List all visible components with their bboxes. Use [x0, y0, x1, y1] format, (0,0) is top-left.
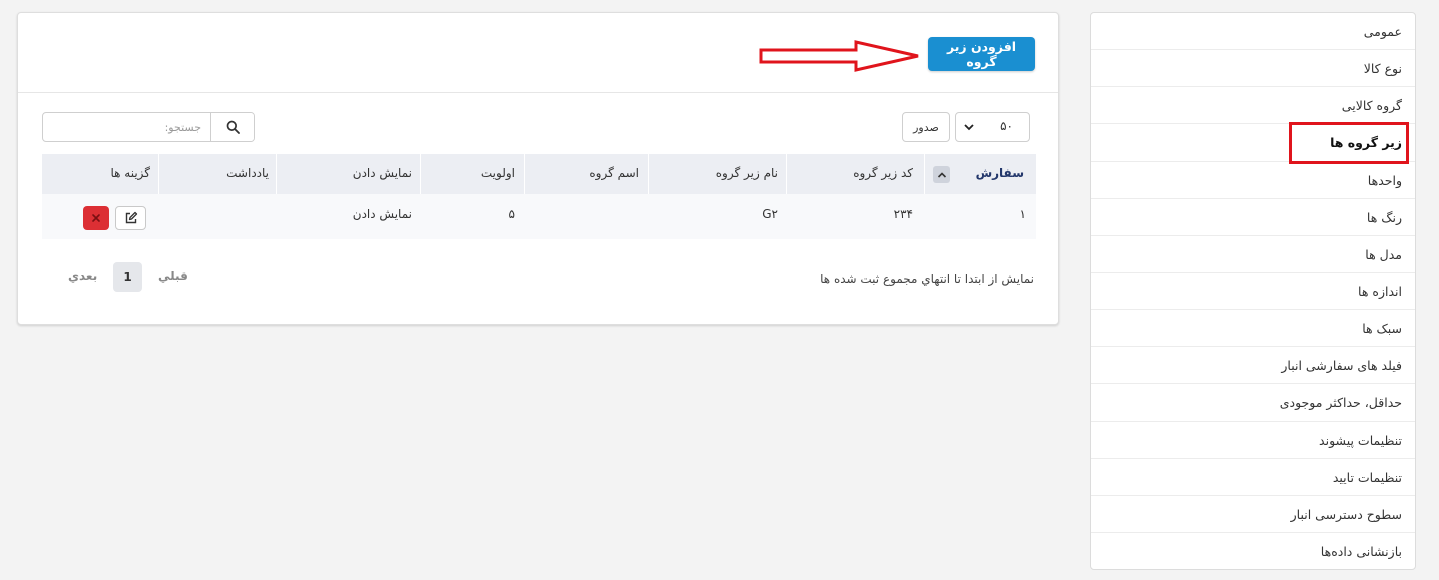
column-header-options: گزینه ها — [110, 166, 150, 180]
card-header: افزودن زیر گروه — [18, 13, 1058, 93]
edit-button[interactable] — [115, 206, 146, 230]
search-box — [42, 112, 255, 142]
sidebar-item-sizes[interactable]: اندازه ها — [1091, 273, 1415, 311]
search-input[interactable] — [43, 113, 211, 141]
sort-toggle[interactable] — [933, 166, 950, 183]
sidebar-item-colors[interactable]: رنگ ها — [1091, 199, 1415, 236]
column-header-subgroup-name[interactable]: نام زیر گروه — [716, 166, 778, 180]
column-header-note[interactable]: یادداشت — [226, 166, 269, 180]
sidebar-item-units[interactable]: واحدها — [1091, 162, 1415, 199]
table-info-text: نمايش از ابتدا تا انتهاي مجموع ثبت شده ه… — [820, 272, 1034, 286]
cell-order: ۱ — [1019, 207, 1026, 221]
sidebar-item-prefix-settings[interactable]: تنظیمات پیشوند — [1091, 422, 1415, 459]
column-header-priority[interactable]: اولویت — [481, 166, 515, 180]
column-header-display[interactable]: نمایش دادن — [353, 166, 412, 180]
table-row: ۱ ۲۳۴ G۲ ۵ نمایش دادن — [42, 194, 1036, 239]
cell-priority: ۵ — [508, 207, 515, 221]
column-header-group-name[interactable]: اسم گروه — [589, 166, 639, 180]
pagination-current-page[interactable]: 1 — [113, 262, 142, 292]
chevron-up-icon — [937, 171, 946, 178]
subgroups-card: افزودن زیر گروه ۵۰ صدور سفارش — [17, 12, 1059, 325]
settings-sidebar: عمومی نوع کالا گروه کالایی زیر گروه ها و… — [1090, 12, 1416, 570]
annotation-highlight-box — [1289, 122, 1409, 164]
column-header-order[interactable]: سفارش — [976, 166, 1024, 180]
sidebar-item-reset-data[interactable]: بازنشانی دادەها — [1091, 533, 1415, 570]
delete-button[interactable] — [83, 206, 109, 230]
column-header-subgroup-code[interactable]: کد زیر گروه — [853, 166, 913, 180]
chevron-down-icon — [964, 124, 974, 131]
sidebar-item-approval-settings[interactable]: تنظیمات تایید — [1091, 459, 1415, 496]
cell-display: نمایش دادن — [352, 207, 412, 221]
sidebar-item-styles[interactable]: سبک ها — [1091, 310, 1415, 348]
sidebar-item-custom-fields[interactable]: فیلد های سفارشی انبار — [1091, 347, 1415, 385]
sidebar-item-min-max-stock[interactable]: حداقل، حداکثر موجودی — [1091, 384, 1415, 422]
column-divider — [786, 154, 787, 194]
sidebar-item-models[interactable]: مدل ها — [1091, 236, 1415, 273]
sidebar-item-general[interactable]: عمومی — [1091, 13, 1415, 51]
column-divider — [158, 154, 159, 194]
close-icon — [92, 214, 100, 222]
column-divider — [276, 154, 277, 194]
column-divider — [648, 154, 649, 194]
sidebar-item-access-levels[interactable]: سطوح دسترسی انبار — [1091, 496, 1415, 533]
cell-subgroup-name: G۲ — [762, 207, 778, 221]
cell-subgroup-code: ۲۳۴ — [893, 207, 913, 221]
search-button[interactable] — [210, 113, 254, 141]
page-size-select[interactable]: ۵۰ — [955, 112, 1030, 142]
column-divider — [524, 154, 525, 194]
sidebar-item-item-type[interactable]: نوع کالا — [1091, 50, 1415, 88]
page-size-value: ۵۰ — [1000, 119, 1013, 133]
column-divider — [924, 154, 925, 194]
pagination-previous[interactable]: قبلي — [158, 269, 188, 283]
edit-icon — [125, 211, 137, 224]
table-header: سفارش کد زیر گروه نام زیر گروه اسم گروه … — [42, 154, 1036, 194]
pagination-next[interactable]: بعدي — [68, 269, 97, 283]
export-button[interactable]: صدور — [902, 112, 950, 142]
subgroups-table: سفارش کد زیر گروه نام زیر گروه اسم گروه … — [42, 154, 1036, 242]
annotation-arrow-icon — [759, 40, 919, 72]
sidebar-item-item-group[interactable]: گروه کالایی — [1091, 87, 1415, 125]
add-subgroup-button[interactable]: افزودن زیر گروه — [928, 37, 1035, 71]
column-divider — [420, 154, 421, 194]
search-icon — [226, 120, 240, 134]
